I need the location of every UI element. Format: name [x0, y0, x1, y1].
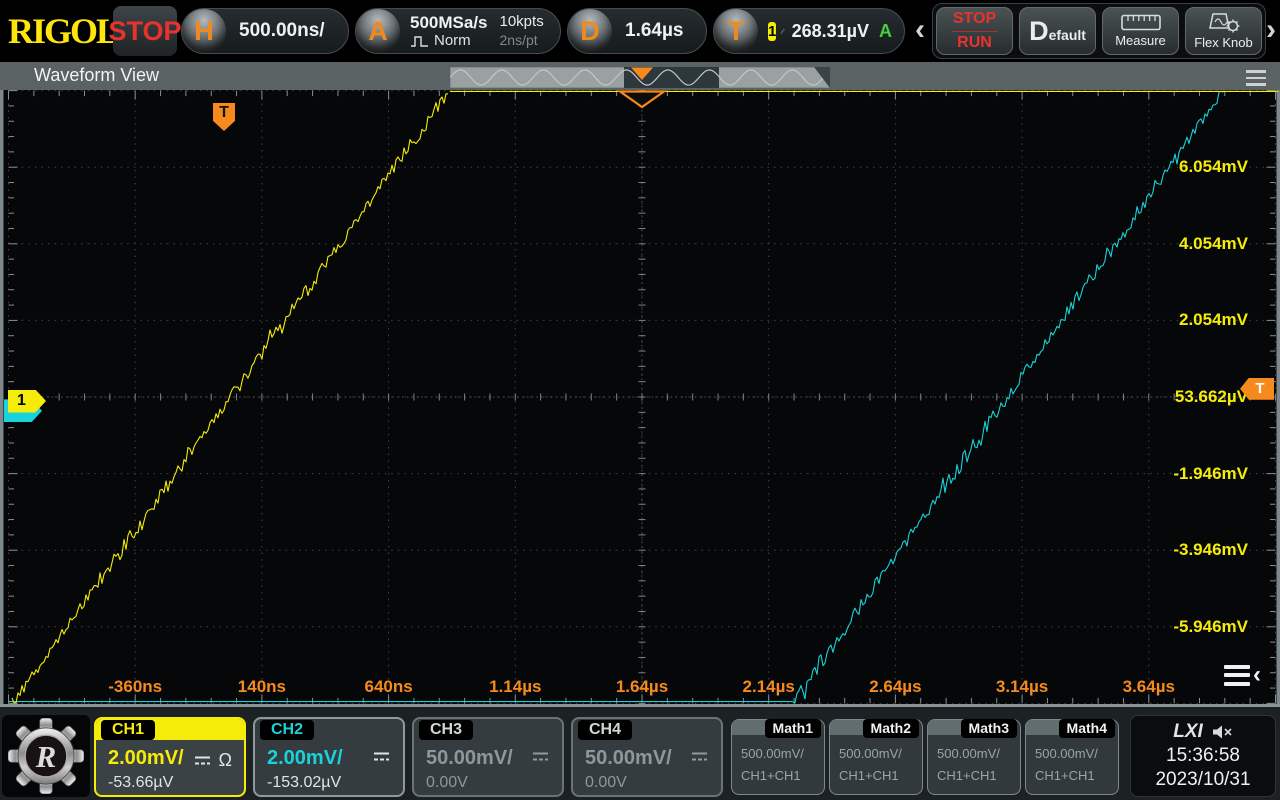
- ch4-tab: CH4: [578, 720, 632, 740]
- trigger-source-badge: 1: [768, 22, 776, 41]
- delay-value: 1.64µs: [625, 20, 684, 42]
- math2-card[interactable]: Math2 500.00mV/ CH1+CH1: [829, 719, 923, 795]
- svg-text:R: R: [35, 740, 57, 774]
- ch2-card[interactable]: CH2 2.00mV/ -153.02µV: [253, 717, 405, 797]
- ch1-offset: -53.66µV: [108, 774, 173, 792]
- acquire-knob[interactable]: A: [356, 9, 400, 53]
- ch4-card[interactable]: CH4 50.00mV/ 0.00V: [571, 717, 723, 797]
- quick-menu-prev-icon[interactable]: ‹: [915, 12, 925, 48]
- lxi-logo: LXI: [1173, 721, 1203, 743]
- gear-icon: R: [8, 718, 84, 794]
- record-overview-strip[interactable]: [450, 67, 830, 88]
- acquisition-settings-pill[interactable]: A 500MSa/s Norm 10kpts 2ns/pt: [355, 8, 561, 54]
- math4-tab: Math4: [1059, 719, 1115, 738]
- default-button[interactable]: D efault: [1019, 7, 1096, 55]
- ch2-scale: 2.00mV/: [267, 747, 343, 770]
- ch3-card[interactable]: CH3 50.00mV/ 0.00V: [412, 717, 564, 797]
- math1-tab: Math1: [765, 719, 821, 738]
- math3-scale: 500.00mV/: [937, 746, 1000, 761]
- trigger-status: A: [879, 21, 892, 42]
- ch2-offset: -153.02µV: [267, 774, 341, 792]
- ruler-icon: [1121, 14, 1161, 31]
- quick-menu-panel: STOP RUN D efault M: [932, 3, 1266, 59]
- math1-scale: 500.00mV/: [741, 746, 804, 761]
- horizontal-knob[interactable]: H: [182, 9, 226, 53]
- ch2-tab: CH2: [260, 720, 314, 740]
- math4-scale: 500.00mV/: [1035, 746, 1098, 761]
- channel-status-bar: R CH1 2.00mV/ Ω -53.66µV CH2 2.00mV/: [0, 704, 1280, 800]
- pulse-icon: [410, 34, 429, 48]
- ch3-tab: CH3: [419, 720, 473, 740]
- system-date: 2023/10/31: [1155, 769, 1250, 791]
- ch3-offset: 0.00V: [426, 774, 468, 792]
- timebase-value: 500.00ns/: [239, 20, 325, 42]
- waveform-display[interactable]: -360ns140ns640ns1.14µs1.64µs2.14µs2.64µs…: [0, 90, 1280, 704]
- display-menu-icon[interactable]: ‹: [1224, 664, 1261, 686]
- rigol-logo: RIGOL: [8, 10, 118, 52]
- dc-coupling-icon: [372, 750, 391, 763]
- ch1-card[interactable]: CH1 2.00mV/ Ω -53.66µV: [94, 717, 246, 797]
- sample-interval: 2ns/pt: [500, 32, 544, 50]
- ch4-scale: 50.00mV/: [585, 747, 672, 770]
- dc-coupling-icon: [690, 750, 709, 763]
- run-state-indicator[interactable]: STOP: [113, 6, 177, 56]
- delay-settings-pill[interactable]: D 1.64µs: [567, 8, 707, 54]
- memory-depth: 10kpts: [500, 13, 544, 32]
- waveform-view-title: Waveform View: [34, 65, 159, 86]
- trigger-level-value: 268.31µV: [792, 21, 869, 42]
- math2-tab: Math2: [863, 719, 919, 738]
- impedance-label: Ω: [219, 750, 232, 771]
- ch3-scale: 50.00mV/: [426, 747, 513, 770]
- delay-knob[interactable]: D: [568, 9, 612, 53]
- system-status-card[interactable]: LXI 15:36:58 2023/10/31: [1130, 715, 1276, 797]
- ch4-offset: 0.00V: [585, 774, 627, 792]
- ch1-tab: CH1: [101, 720, 155, 740]
- acquire-mode: Norm: [434, 32, 471, 49]
- waveform-canvas: [0, 90, 1280, 704]
- ch1-scale: 2.00mV/: [108, 747, 184, 770]
- top-toolbar: RIGOL STOP H 500.00ns/ A 500MSa/s Norm: [0, 0, 1280, 62]
- rising-edge-icon: [780, 20, 785, 43]
- rigol-gear-logo[interactable]: R: [2, 715, 90, 797]
- speaker-muted-icon: [1211, 724, 1233, 740]
- horizontal-settings-pill[interactable]: H 500.00ns/: [181, 8, 349, 54]
- dc-coupling-icon: [531, 750, 550, 763]
- ch1-trace: [12, 94, 448, 703]
- math4-expression: CH1+CH1: [1035, 768, 1095, 783]
- math1-expression: CH1+CH1: [741, 768, 801, 783]
- oscilloscope-screen: RIGOL STOP H 500.00ns/ A 500MSa/s Norm: [0, 0, 1280, 800]
- sample-rate: 500MSa/s: [410, 13, 488, 33]
- knob-icon: [1208, 13, 1240, 33]
- system-time: 15:36:58: [1166, 745, 1240, 767]
- trigger-knob[interactable]: T: [714, 9, 758, 53]
- titlebar-menu-icon[interactable]: [1246, 70, 1266, 86]
- math2-expression: CH1+CH1: [839, 768, 899, 783]
- trigger-settings-pill[interactable]: T 1 268.31µV A: [713, 8, 905, 54]
- math4-card[interactable]: Math4 500.00mV/ CH1+CH1: [1025, 719, 1119, 795]
- math2-scale: 500.00mV/: [839, 746, 902, 761]
- math3-card[interactable]: Math3 500.00mV/ CH1+CH1: [927, 719, 1021, 795]
- stop-run-button[interactable]: STOP RUN: [936, 7, 1013, 55]
- math1-card[interactable]: Math1 500.00mV/ CH1+CH1: [731, 719, 825, 795]
- quick-menu-next-icon[interactable]: ›: [1266, 12, 1276, 48]
- math3-tab: Math3: [961, 719, 1017, 738]
- measure-button[interactable]: Measure: [1102, 7, 1179, 55]
- flex-knob-button[interactable]: Flex Knob: [1185, 7, 1262, 55]
- math3-expression: CH1+CH1: [937, 768, 997, 783]
- dc-coupling-icon: [193, 754, 212, 767]
